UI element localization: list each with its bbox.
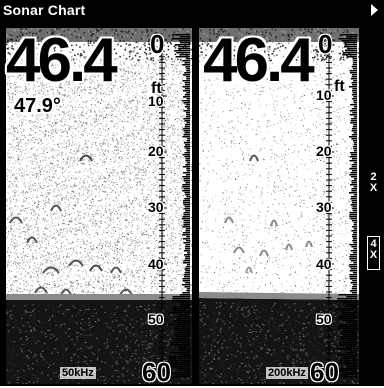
zoom-2x-button[interactable]: 2X <box>367 172 380 196</box>
depth-readout-left: 46.4 <box>6 30 115 92</box>
zoom-2x-label: 2X <box>370 172 378 194</box>
scale-label-left-10: 10 <box>148 93 164 109</box>
title-bar: Sonar Chart <box>0 0 384 21</box>
scale-label-right-0: 0 <box>318 29 332 60</box>
frequency-label-left: 50kHz <box>60 367 96 379</box>
water-temperature: 47.9° <box>14 95 61 118</box>
window-title: Sonar Chart <box>3 2 85 18</box>
scale-label-left-20: 20 <box>148 143 164 159</box>
scale-label-right-10: 10 <box>316 87 332 103</box>
scale-label-right-60: 60 <box>310 357 339 388</box>
scale-label-right-20: 20 <box>316 143 332 159</box>
scale-label-right-30: 30 <box>316 199 332 215</box>
depth-unit-right: ft <box>334 78 345 96</box>
scale-label-left-40: 40 <box>148 256 164 272</box>
frequency-label-right: 200kHz <box>266 367 308 379</box>
scale-label-left-30: 30 <box>148 199 164 215</box>
scale-label-left-0: 0 <box>150 29 164 60</box>
depth-readout-right: 46.4 <box>203 30 312 92</box>
scale-label-right-50: 50 <box>316 311 332 327</box>
scale-label-left-50: 50 <box>148 311 164 327</box>
triangle-right-icon[interactable] <box>371 4 378 16</box>
zoom-4x-label: 4X <box>370 239 378 261</box>
scale-label-right-40: 40 <box>316 256 332 272</box>
zoom-4x-button[interactable]: 4X <box>367 236 380 270</box>
scale-label-left-60: 60 <box>142 357 171 388</box>
